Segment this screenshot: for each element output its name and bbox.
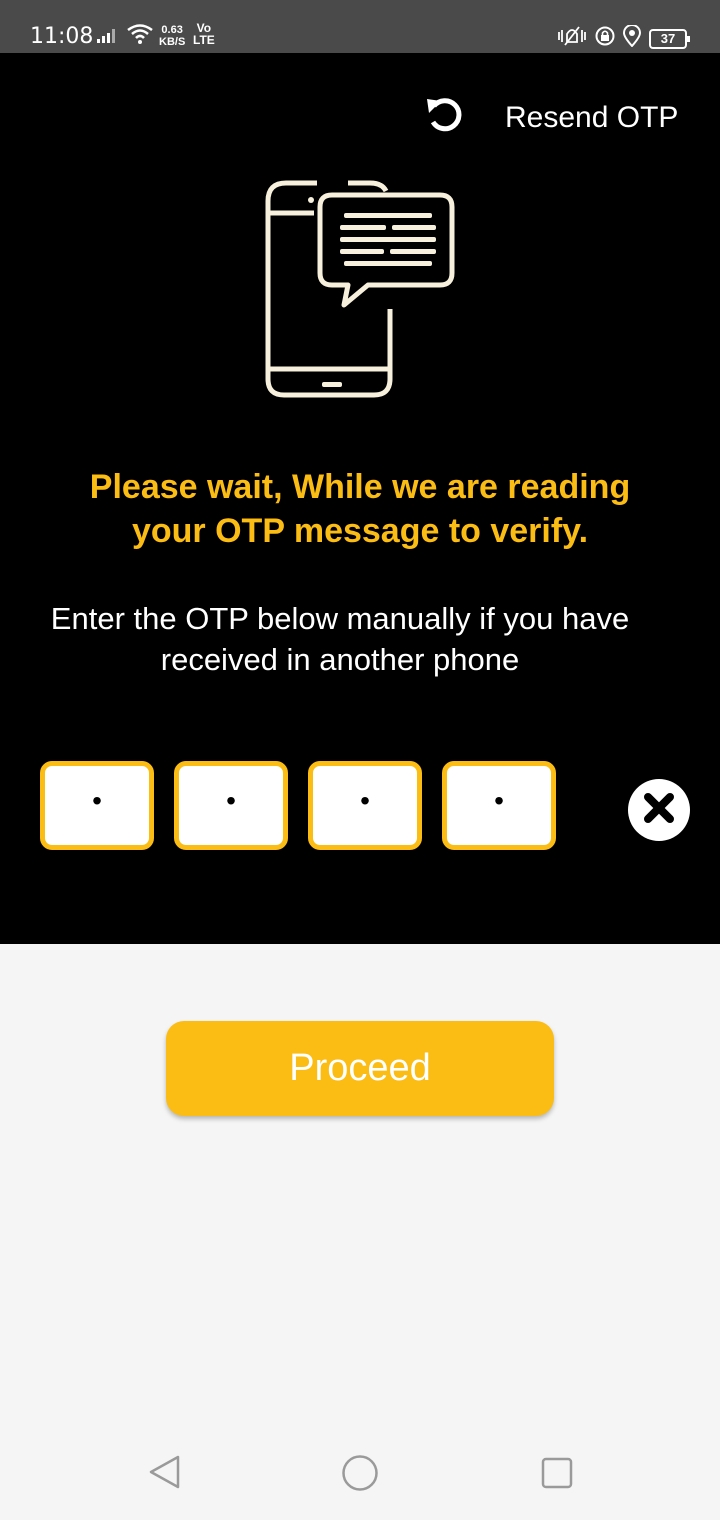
refresh-icon [425, 95, 465, 140]
manual-entry-line-2: received in another phone [160, 642, 520, 677]
auto-read-message: Please wait, While we are reading your O… [40, 465, 680, 553]
signal-icon [97, 28, 119, 49]
wifi-icon [127, 24, 153, 49]
speed-unit: KB/S [159, 36, 186, 48]
otp-digit-3[interactable]: • [308, 761, 422, 850]
status-right-icons: 37 [557, 24, 690, 52]
otp-digit-3-value: • [360, 784, 370, 816]
auto-read-line-1: Please wait, While we are reading [89, 468, 631, 506]
lock-icon [595, 26, 615, 51]
volte-indicator: Vo LTE [193, 22, 215, 46]
recent-apps-icon[interactable] [541, 1457, 573, 1494]
location-icon [622, 24, 642, 52]
speed-value: 0.63 [161, 24, 183, 36]
otp-digit-1[interactable]: • [40, 761, 154, 850]
auto-read-line-2: your OTP message to verify. [131, 512, 589, 550]
otp-digit-1-value: • [92, 784, 102, 816]
otp-panel: Resend OTP Please wait, While we are rea… [0, 53, 720, 944]
back-icon[interactable] [148, 1455, 182, 1494]
otp-digit-2[interactable]: • [174, 761, 288, 850]
status-bar: 11:08 0.63 KB/S Vo LTE 37 [0, 0, 720, 53]
otp-digit-2-value: • [226, 784, 236, 816]
phone-message-icon [262, 179, 462, 409]
status-time: 11:08 [30, 24, 94, 49]
navigation-bar [0, 1420, 720, 1520]
home-icon[interactable] [341, 1454, 379, 1497]
manual-entry-message: Enter the OTP below manually if you have… [20, 598, 660, 680]
battery-indicator: 37 [649, 28, 690, 49]
manual-entry-line-1: Enter the OTP below manually if you have [50, 601, 630, 636]
proceed-button[interactable]: Proceed [166, 1021, 554, 1116]
otp-input-row: • • • • [40, 761, 556, 850]
close-icon [642, 791, 676, 830]
resend-otp-label: Resend OTP [505, 100, 679, 134]
vibrate-icon [557, 25, 587, 52]
resend-otp-button[interactable]: Resend OTP [425, 95, 678, 140]
volte-bottom: LTE [193, 33, 215, 47]
clear-otp-button[interactable] [628, 779, 690, 841]
otp-digit-4-value: • [494, 784, 504, 816]
otp-digit-4[interactable]: • [442, 761, 556, 850]
network-speed: 0.63 KB/S [159, 24, 185, 48]
